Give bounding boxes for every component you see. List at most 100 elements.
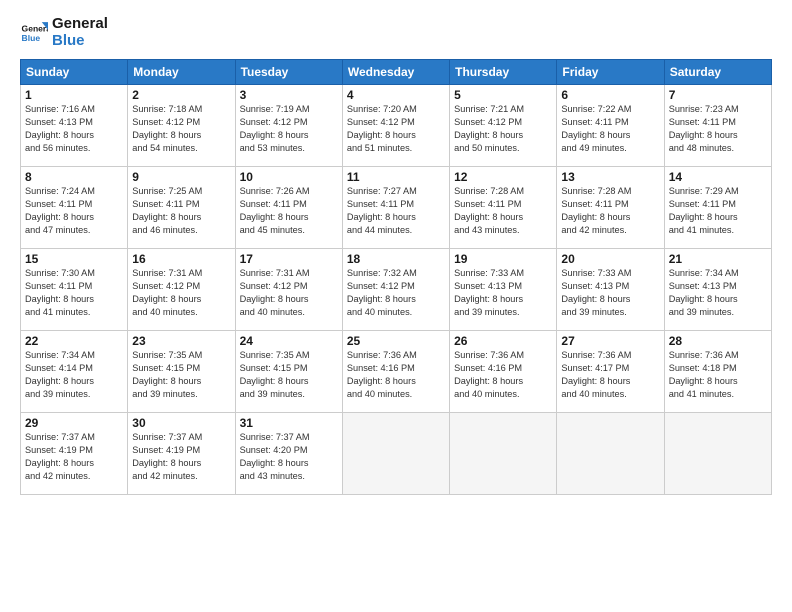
calendar-table: Sunday Monday Tuesday Wednesday Thursday…	[20, 59, 772, 495]
day-info: Sunrise: 7:30 AM Sunset: 4:11 PM Dayligh…	[25, 267, 123, 319]
day-info: Sunrise: 7:24 AM Sunset: 4:11 PM Dayligh…	[25, 185, 123, 237]
sunset-label: Sunset: 4:11 PM	[669, 199, 736, 209]
day-info: Sunrise: 7:23 AM Sunset: 4:11 PM Dayligh…	[669, 103, 767, 155]
calendar-cell: 11 Sunrise: 7:27 AM Sunset: 4:11 PM Dayl…	[342, 167, 449, 249]
daylight-label: Daylight: 8 hoursand 42 minutes.	[25, 458, 94, 481]
day-number: 2	[132, 88, 230, 102]
logo: General Blue General Blue	[20, 16, 108, 49]
calendar-cell: 24 Sunrise: 7:35 AM Sunset: 4:15 PM Dayl…	[235, 331, 342, 413]
sunset-label: Sunset: 4:11 PM	[25, 199, 92, 209]
day-info: Sunrise: 7:19 AM Sunset: 4:12 PM Dayligh…	[240, 103, 338, 155]
svg-text:General: General	[22, 23, 48, 33]
sunrise-label: Sunrise: 7:35 AM	[240, 350, 310, 360]
sunset-label: Sunset: 4:12 PM	[132, 281, 200, 291]
sunset-label: Sunset: 4:11 PM	[240, 199, 307, 209]
calendar-cell: 4 Sunrise: 7:20 AM Sunset: 4:12 PM Dayli…	[342, 85, 449, 167]
sunrise-label: Sunrise: 7:36 AM	[347, 350, 417, 360]
day-number: 27	[561, 334, 659, 348]
daylight-label: Daylight: 8 hoursand 40 minutes.	[347, 376, 416, 399]
sunrise-label: Sunrise: 7:18 AM	[132, 104, 202, 114]
calendar-cell: 5 Sunrise: 7:21 AM Sunset: 4:12 PM Dayli…	[450, 85, 557, 167]
day-number: 31	[240, 416, 338, 430]
calendar-cell: 2 Sunrise: 7:18 AM Sunset: 4:12 PM Dayli…	[128, 85, 235, 167]
day-info: Sunrise: 7:34 AM Sunset: 4:14 PM Dayligh…	[25, 349, 123, 401]
daylight-label: Daylight: 8 hoursand 39 minutes.	[669, 294, 738, 317]
day-info: Sunrise: 7:37 AM Sunset: 4:19 PM Dayligh…	[25, 431, 123, 483]
day-info: Sunrise: 7:31 AM Sunset: 4:12 PM Dayligh…	[132, 267, 230, 319]
calendar-week-row: 29 Sunrise: 7:37 AM Sunset: 4:19 PM Dayl…	[21, 413, 772, 495]
daylight-label: Daylight: 8 hoursand 41 minutes.	[669, 212, 738, 235]
calendar-cell: 8 Sunrise: 7:24 AM Sunset: 4:11 PM Dayli…	[21, 167, 128, 249]
header-wednesday: Wednesday	[342, 60, 449, 85]
sunrise-label: Sunrise: 7:32 AM	[347, 268, 417, 278]
calendar-cell: 7 Sunrise: 7:23 AM Sunset: 4:11 PM Dayli…	[664, 85, 771, 167]
sunset-label: Sunset: 4:11 PM	[454, 199, 521, 209]
day-number: 6	[561, 88, 659, 102]
daylight-label: Daylight: 8 hoursand 45 minutes.	[240, 212, 309, 235]
day-number: 12	[454, 170, 552, 184]
day-number: 17	[240, 252, 338, 266]
daylight-label: Daylight: 8 hoursand 40 minutes.	[454, 376, 523, 399]
day-number: 16	[132, 252, 230, 266]
calendar-cell: 6 Sunrise: 7:22 AM Sunset: 4:11 PM Dayli…	[557, 85, 664, 167]
calendar-cell: 20 Sunrise: 7:33 AM Sunset: 4:13 PM Dayl…	[557, 249, 664, 331]
calendar-week-row: 15 Sunrise: 7:30 AM Sunset: 4:11 PM Dayl…	[21, 249, 772, 331]
daylight-label: Daylight: 8 hoursand 41 minutes.	[669, 376, 738, 399]
daylight-label: Daylight: 8 hoursand 41 minutes.	[25, 294, 94, 317]
calendar-cell: 31 Sunrise: 7:37 AM Sunset: 4:20 PM Dayl…	[235, 413, 342, 495]
calendar-cell	[557, 413, 664, 495]
sunset-label: Sunset: 4:14 PM	[25, 363, 93, 373]
sunset-label: Sunset: 4:11 PM	[669, 117, 736, 127]
daylight-label: Daylight: 8 hoursand 50 minutes.	[454, 130, 523, 153]
sunset-label: Sunset: 4:13 PM	[561, 281, 629, 291]
day-number: 30	[132, 416, 230, 430]
sunset-label: Sunset: 4:12 PM	[347, 281, 415, 291]
day-info: Sunrise: 7:34 AM Sunset: 4:13 PM Dayligh…	[669, 267, 767, 319]
calendar-cell: 28 Sunrise: 7:36 AM Sunset: 4:18 PM Dayl…	[664, 331, 771, 413]
page-header: General Blue General Blue	[20, 16, 772, 49]
svg-text:Blue: Blue	[22, 32, 41, 42]
sunset-label: Sunset: 4:12 PM	[454, 117, 522, 127]
sunrise-label: Sunrise: 7:34 AM	[669, 268, 739, 278]
calendar-cell: 14 Sunrise: 7:29 AM Sunset: 4:11 PM Dayl…	[664, 167, 771, 249]
day-number: 9	[132, 170, 230, 184]
daylight-label: Daylight: 8 hoursand 40 minutes.	[561, 376, 630, 399]
sunset-label: Sunset: 4:19 PM	[25, 445, 93, 455]
sunset-label: Sunset: 4:11 PM	[132, 199, 199, 209]
day-number: 29	[25, 416, 123, 430]
day-number: 4	[347, 88, 445, 102]
header-friday: Friday	[557, 60, 664, 85]
sunrise-label: Sunrise: 7:21 AM	[454, 104, 524, 114]
daylight-label: Daylight: 8 hoursand 40 minutes.	[240, 294, 309, 317]
day-info: Sunrise: 7:36 AM Sunset: 4:16 PM Dayligh…	[454, 349, 552, 401]
day-info: Sunrise: 7:27 AM Sunset: 4:11 PM Dayligh…	[347, 185, 445, 237]
daylight-label: Daylight: 8 hoursand 47 minutes.	[25, 212, 94, 235]
calendar-cell	[342, 413, 449, 495]
header-sunday: Sunday	[21, 60, 128, 85]
sunset-label: Sunset: 4:12 PM	[347, 117, 415, 127]
sunrise-label: Sunrise: 7:33 AM	[561, 268, 631, 278]
day-number: 18	[347, 252, 445, 266]
day-info: Sunrise: 7:29 AM Sunset: 4:11 PM Dayligh…	[669, 185, 767, 237]
day-number: 13	[561, 170, 659, 184]
day-info: Sunrise: 7:18 AM Sunset: 4:12 PM Dayligh…	[132, 103, 230, 155]
calendar-week-row: 8 Sunrise: 7:24 AM Sunset: 4:11 PM Dayli…	[21, 167, 772, 249]
day-number: 7	[669, 88, 767, 102]
day-number: 5	[454, 88, 552, 102]
calendar-cell: 22 Sunrise: 7:34 AM Sunset: 4:14 PM Dayl…	[21, 331, 128, 413]
sunrise-label: Sunrise: 7:25 AM	[132, 186, 202, 196]
sunrise-label: Sunrise: 7:37 AM	[240, 432, 310, 442]
calendar-cell: 29 Sunrise: 7:37 AM Sunset: 4:19 PM Dayl…	[21, 413, 128, 495]
calendar-cell: 21 Sunrise: 7:34 AM Sunset: 4:13 PM Dayl…	[664, 249, 771, 331]
day-info: Sunrise: 7:16 AM Sunset: 4:13 PM Dayligh…	[25, 103, 123, 155]
calendar-cell: 9 Sunrise: 7:25 AM Sunset: 4:11 PM Dayli…	[128, 167, 235, 249]
daylight-label: Daylight: 8 hoursand 56 minutes.	[25, 130, 94, 153]
logo-icon: General Blue	[20, 19, 48, 47]
calendar-cell: 30 Sunrise: 7:37 AM Sunset: 4:19 PM Dayl…	[128, 413, 235, 495]
day-info: Sunrise: 7:36 AM Sunset: 4:16 PM Dayligh…	[347, 349, 445, 401]
calendar-cell: 27 Sunrise: 7:36 AM Sunset: 4:17 PM Dayl…	[557, 331, 664, 413]
sunset-label: Sunset: 4:18 PM	[669, 363, 737, 373]
sunrise-label: Sunrise: 7:36 AM	[454, 350, 524, 360]
daylight-label: Daylight: 8 hoursand 39 minutes.	[132, 376, 201, 399]
daylight-label: Daylight: 8 hoursand 49 minutes.	[561, 130, 630, 153]
